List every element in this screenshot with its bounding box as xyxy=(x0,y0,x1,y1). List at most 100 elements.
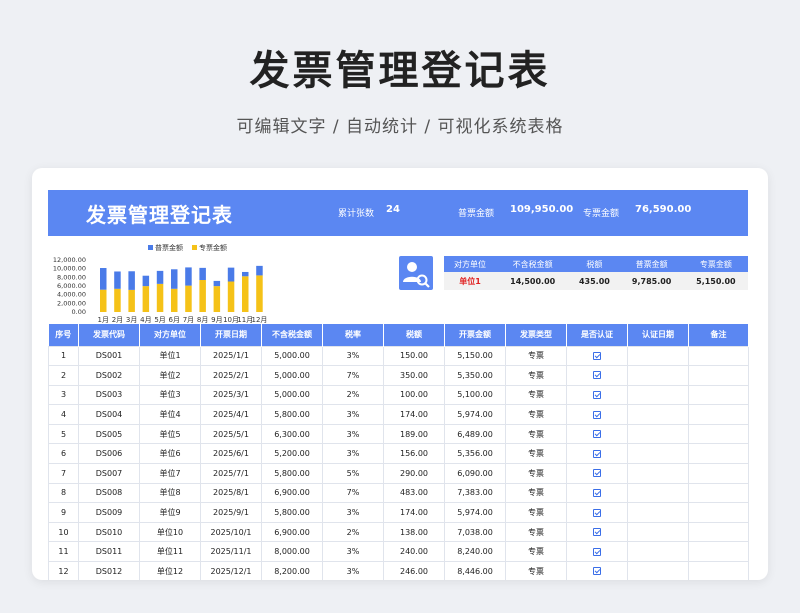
table-cell[interactable]: 专票 xyxy=(505,365,567,386)
empty-cell[interactable] xyxy=(627,521,689,543)
table-cell[interactable]: DS004 xyxy=(78,404,140,425)
table-cell[interactable]: DS009 xyxy=(78,502,140,523)
checkbox-icon[interactable] xyxy=(593,430,601,439)
table-cell[interactable]: DS011 xyxy=(78,541,140,563)
table-cell[interactable]: 150.00 xyxy=(383,345,445,367)
empty-cell[interactable] xyxy=(688,345,749,367)
table-cell[interactable]: DS001 xyxy=(78,345,140,367)
table-cell[interactable]: 2025/12/1 xyxy=(200,561,262,580)
verified-cell[interactable] xyxy=(566,345,628,367)
empty-cell[interactable] xyxy=(627,423,689,445)
verified-cell[interactable] xyxy=(566,541,628,563)
table-cell[interactable]: 2025/7/1 xyxy=(200,463,262,484)
empty-cell[interactable] xyxy=(688,365,749,386)
table-cell[interactable]: 单位1 xyxy=(139,345,201,367)
verified-cell[interactable] xyxy=(566,561,628,580)
table-cell[interactable]: 6,090.00 xyxy=(444,463,506,484)
table-cell[interactable]: 5% xyxy=(322,463,384,484)
table-cell[interactable]: 8 xyxy=(48,482,79,504)
table-cell[interactable]: 单位12 xyxy=(139,561,201,580)
table-cell[interactable]: 11 xyxy=(48,541,79,563)
table-cell[interactable]: DS002 xyxy=(78,365,140,386)
verified-cell[interactable] xyxy=(566,502,628,523)
user-search-icon[interactable] xyxy=(399,256,433,290)
table-cell[interactable]: 6,900.00 xyxy=(261,521,323,543)
table-cell[interactable]: 单位5 xyxy=(139,423,201,445)
checkbox-icon[interactable] xyxy=(593,410,601,419)
empty-cell[interactable] xyxy=(688,443,749,465)
table-cell[interactable]: 5,974.00 xyxy=(444,404,506,425)
verified-cell[interactable] xyxy=(566,404,628,425)
table-cell[interactable]: 专票 xyxy=(505,463,567,484)
table-cell[interactable]: 3% xyxy=(322,423,384,445)
empty-cell[interactable] xyxy=(627,482,689,504)
table-cell[interactable]: 专票 xyxy=(505,345,567,367)
table-cell[interactable]: 7% xyxy=(322,482,384,504)
table-cell[interactable]: 3% xyxy=(322,404,384,425)
checkbox-icon[interactable] xyxy=(593,547,601,556)
table-cell[interactable]: DS012 xyxy=(78,561,140,580)
table-cell[interactable]: 2 xyxy=(48,365,79,386)
empty-cell[interactable] xyxy=(688,502,749,523)
table-cell[interactable]: 189.00 xyxy=(383,423,445,445)
table-cell[interactable]: 5,974.00 xyxy=(444,502,506,523)
empty-cell[interactable] xyxy=(688,541,749,563)
table-cell[interactable]: 4 xyxy=(48,404,79,425)
table-cell[interactable]: 174.00 xyxy=(383,404,445,425)
table-cell[interactable]: 2025/2/1 xyxy=(200,365,262,386)
table-cell[interactable]: 2025/5/1 xyxy=(200,423,262,445)
table-cell[interactable]: 9 xyxy=(48,502,79,523)
table-cell[interactable]: 2025/9/1 xyxy=(200,502,262,523)
verified-cell[interactable] xyxy=(566,384,628,406)
checkbox-icon[interactable] xyxy=(593,469,601,478)
table-cell[interactable]: 3% xyxy=(322,443,384,465)
empty-cell[interactable] xyxy=(627,541,689,563)
empty-cell[interactable] xyxy=(627,404,689,425)
table-cell[interactable]: 专票 xyxy=(505,482,567,504)
table-cell[interactable]: 483.00 xyxy=(383,482,445,504)
verified-cell[interactable] xyxy=(566,423,628,445)
table-cell[interactable]: 3% xyxy=(322,541,384,563)
table-cell[interactable]: 7,383.00 xyxy=(444,482,506,504)
table-cell[interactable]: 5,800.00 xyxy=(261,404,323,425)
empty-cell[interactable] xyxy=(627,384,689,406)
empty-cell[interactable] xyxy=(688,482,749,504)
table-cell[interactable]: 8,000.00 xyxy=(261,541,323,563)
table-cell[interactable]: 156.00 xyxy=(383,443,445,465)
table-cell[interactable]: 2% xyxy=(322,384,384,406)
empty-cell[interactable] xyxy=(688,404,749,425)
table-cell[interactable]: 2025/8/1 xyxy=(200,482,262,504)
table-cell[interactable]: DS003 xyxy=(78,384,140,406)
table-cell[interactable]: 专票 xyxy=(505,521,567,543)
table-cell[interactable]: 5,000.00 xyxy=(261,345,323,367)
table-cell[interactable]: 专票 xyxy=(505,502,567,523)
table-cell[interactable]: 100.00 xyxy=(383,384,445,406)
table-cell[interactable]: DS008 xyxy=(78,482,140,504)
table-cell[interactable]: 8,240.00 xyxy=(444,541,506,563)
table-cell[interactable]: DS007 xyxy=(78,463,140,484)
table-cell[interactable]: 6,300.00 xyxy=(261,423,323,445)
table-cell[interactable]: 单位4 xyxy=(139,404,201,425)
empty-cell[interactable] xyxy=(688,423,749,445)
table-cell[interactable]: 7 xyxy=(48,463,79,484)
table-cell[interactable]: 2025/4/1 xyxy=(200,404,262,425)
table-cell[interactable]: 专票 xyxy=(505,384,567,406)
table-cell[interactable]: 2% xyxy=(322,521,384,543)
table-cell[interactable]: 6 xyxy=(48,443,79,465)
verified-cell[interactable] xyxy=(566,365,628,386)
checkbox-icon[interactable] xyxy=(593,488,601,497)
table-cell[interactable]: 174.00 xyxy=(383,502,445,523)
verified-cell[interactable] xyxy=(566,443,628,465)
table-cell[interactable]: 3 xyxy=(48,384,79,406)
table-cell[interactable]: 10 xyxy=(48,521,79,543)
table-cell[interactable]: 单位10 xyxy=(139,521,201,543)
table-cell[interactable]: 5,000.00 xyxy=(261,384,323,406)
table-cell[interactable]: 单位6 xyxy=(139,443,201,465)
table-cell[interactable]: 5,350.00 xyxy=(444,365,506,386)
checkbox-icon[interactable] xyxy=(593,390,601,399)
table-cell[interactable]: 单位9 xyxy=(139,502,201,523)
table-cell[interactable]: 3% xyxy=(322,345,384,367)
table-cell[interactable]: 专票 xyxy=(505,443,567,465)
table-cell[interactable]: 单位3 xyxy=(139,384,201,406)
table-cell[interactable]: 5,800.00 xyxy=(261,463,323,484)
